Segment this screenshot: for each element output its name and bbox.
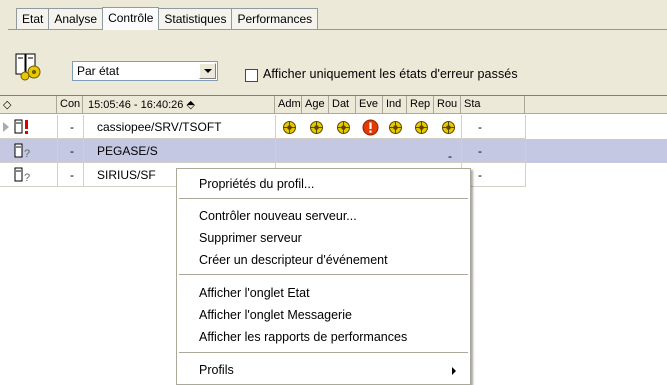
- column-rou[interactable]: Rou: [434, 96, 461, 114]
- column-con[interactable]: Con: [57, 96, 83, 114]
- grid-line: [0, 138, 525, 139]
- chevron-down-icon[interactable]: [199, 63, 216, 79]
- server-error-icon: [14, 118, 32, 136]
- table-row[interactable]: ? - PEGASE/S -: [0, 139, 667, 163]
- grid-line: [57, 115, 58, 187]
- row-con: -: [70, 120, 74, 134]
- column-age[interactable]: Age: [302, 96, 329, 114]
- menu-item-show-messaging-tab[interactable]: Afficher l'onglet Messagerie: [199, 308, 352, 322]
- server-unknown-icon: ?: [14, 142, 32, 160]
- row-con: -: [70, 144, 74, 158]
- submenu-arrow-icon: [452, 367, 456, 375]
- context-menu: Propriétés du profil... Contrôler nouvea…: [176, 168, 471, 385]
- tab-etat[interactable]: Etat: [16, 8, 50, 29]
- column-adm[interactable]: Adm: [275, 96, 302, 114]
- column-status[interactable]: ◇: [0, 96, 57, 114]
- grid-line: [525, 115, 526, 187]
- column-eve[interactable]: Eve: [356, 96, 383, 114]
- menu-item-create-event-descriptor[interactable]: Créer un descripteur d'événement: [199, 253, 388, 267]
- servers-monitor-icon[interactable]: [14, 52, 44, 82]
- row-sta: -: [478, 120, 482, 134]
- row-server-name: PEGASE/S: [97, 144, 158, 158]
- error-only-label[interactable]: Afficher uniquement les états d'erreur p…: [263, 67, 518, 81]
- column-sta[interactable]: Sta: [461, 96, 525, 114]
- filter-select-value: Par état: [77, 64, 120, 78]
- column-ind[interactable]: Ind: [383, 96, 407, 114]
- column-filler: [525, 96, 667, 114]
- menu-separator: [179, 352, 468, 353]
- tab-controle[interactable]: Contrôle: [102, 7, 160, 30]
- row-server-name: SIRIUS/SF: [97, 168, 156, 182]
- menu-item-monitor-new-server[interactable]: Contrôler nouveau serveur...: [199, 209, 357, 223]
- grid-line: [0, 162, 525, 163]
- menu-separator: [179, 198, 468, 199]
- gear-ok-icon: [440, 119, 457, 136]
- menu-item-delete-server[interactable]: Supprimer serveur: [199, 231, 302, 245]
- alert-icon: [362, 119, 379, 136]
- row-server-name: cassiopee/SRV/TSOFT: [97, 120, 222, 134]
- column-rep[interactable]: Rep: [407, 96, 434, 114]
- svg-text:?: ?: [24, 148, 30, 160]
- gear-ok-icon: [281, 119, 298, 136]
- menu-item-profiles[interactable]: Profils: [199, 363, 234, 377]
- menu-item-show-state-tab[interactable]: Afficher l'onglet Etat: [199, 286, 310, 300]
- tab-analyse[interactable]: Analyse: [48, 8, 104, 29]
- error-only-checkbox[interactable]: [245, 69, 258, 82]
- menu-item-profile-properties[interactable]: Propriétés du profil...: [199, 177, 314, 191]
- gear-ok-icon: [413, 119, 430, 136]
- row-rou-value: -: [448, 149, 452, 163]
- grid-line: [83, 115, 84, 187]
- gear-ok-icon: [308, 119, 325, 136]
- server-unknown-icon: ?: [14, 166, 32, 184]
- table-row[interactable]: - cassiopee/SRV/TSOFT -: [0, 115, 667, 139]
- menu-item-show-performance-reports[interactable]: Afficher les rapports de performances: [199, 330, 407, 344]
- filter-select[interactable]: Par état: [72, 61, 218, 81]
- row-pointer-icon: [3, 122, 9, 132]
- gear-ok-icon: [335, 119, 352, 136]
- main-window: Etat Analyse Contrôle Statistiques Perfo…: [0, 0, 667, 385]
- tab-statistiques[interactable]: Statistiques: [158, 8, 233, 29]
- svg-text:?: ?: [24, 172, 30, 184]
- row-con: -: [70, 168, 74, 182]
- column-time-range[interactable]: 15:05:46 - 16:40:26 ⬘: [83, 96, 275, 114]
- row-sta: -: [478, 168, 482, 182]
- column-dat[interactable]: Dat: [329, 96, 356, 114]
- menu-separator: [179, 274, 468, 275]
- row-sta: -: [478, 144, 482, 158]
- tab-bar: Etat Analyse Contrôle Statistiques Perfo…: [16, 7, 319, 30]
- gear-ok-icon: [387, 119, 404, 136]
- tab-performances[interactable]: Performances: [231, 8, 319, 29]
